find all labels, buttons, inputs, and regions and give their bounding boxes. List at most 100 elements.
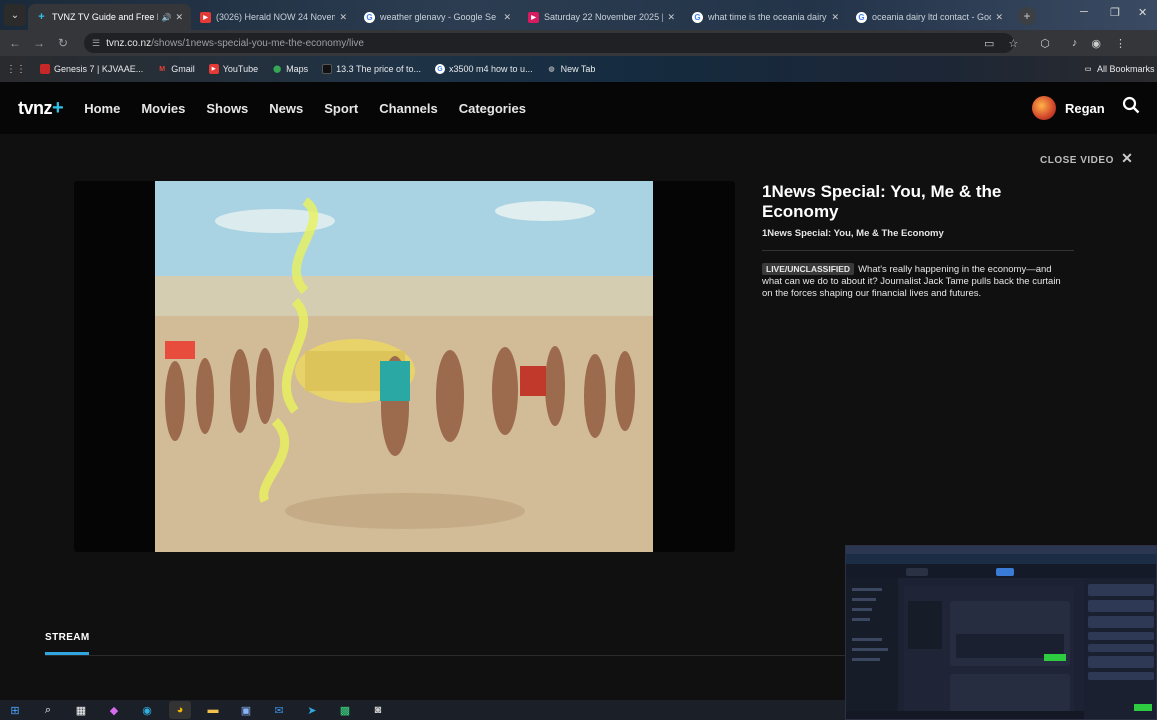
browser-tab[interactable]: G weather glenavy - Google Se ✕ [356, 4, 519, 30]
tab-title: weather glenavy - Google Se [380, 12, 497, 22]
forward-icon[interactable]: → [30, 36, 48, 50]
edge-icon[interactable]: ◉ [136, 701, 158, 719]
tab-title: Saturday 22 November 2025 | [544, 12, 664, 22]
divider [762, 250, 1074, 251]
new-tab-button[interactable]: + [1018, 7, 1036, 25]
maximize-icon[interactable]: ❐ [1110, 6, 1120, 19]
camera-icon[interactable]: ◙ [367, 701, 389, 719]
video-frame[interactable] [155, 181, 653, 552]
browser-tab[interactable]: ▶ (3026) Herald NOW 24 Novem ✕ [192, 4, 355, 30]
google-icon: G [692, 11, 703, 23]
show-description: LIVE/UNCLASSIFIED What's really happening… [762, 263, 1061, 299]
bookmark-dark-icon [322, 64, 333, 74]
nav-home[interactable]: Home [84, 101, 120, 116]
folder-icon: ▭ [1084, 66, 1092, 73]
youtube-icon: ▶ [208, 64, 219, 74]
back-icon[interactable]: ← [6, 36, 24, 50]
store-icon[interactable]: ▣ [235, 701, 257, 719]
tvnz-logo[interactable]: tvnz+ [18, 97, 64, 120]
youtube-icon: ▶ [200, 11, 211, 23]
bookmark-item[interactable]: Genesis 7 | KJVAAE... [40, 64, 143, 74]
telegram-icon[interactable]: ➤ [301, 701, 323, 719]
gmail-icon: M [159, 65, 166, 73]
nav-sport[interactable]: Sport [324, 101, 358, 116]
close-tab-icon[interactable]: ✕ [667, 12, 675, 23]
nav-categories[interactable]: Categories [459, 101, 526, 116]
classification-badge: LIVE/UNCLASSIFIED [762, 263, 855, 275]
google-icon: G [435, 64, 446, 74]
play-icon: ▶ [528, 11, 539, 23]
taskbar: ⊞ ⌕ ▦ ◆ ◉ ◕ ▬ ▣ ✉ ➤ ▩ ◙ [0, 700, 845, 720]
close-tab-icon[interactable]: ✕ [339, 12, 347, 23]
show-title: 1News Special: You, Me & the Economy [762, 182, 1002, 221]
divider [45, 655, 845, 656]
browser-toolbar: ← → ↻ ☰ tvnz.co.nz /shows/1news-special-… [0, 30, 1157, 56]
media-icon[interactable]: ♪ [1072, 37, 1078, 49]
avatar [1032, 96, 1056, 120]
close-tab-icon[interactable]: ✕ [995, 12, 1003, 23]
close-video-button[interactable]: CLOSE VIDEO ✕ [1040, 150, 1133, 167]
tvnz-icon: + [38, 11, 45, 23]
close-tab-icon[interactable]: ✕ [175, 12, 183, 23]
app-icon[interactable]: ▩ [334, 701, 356, 719]
bookmark-item[interactable]: M Gmail [157, 64, 194, 74]
bookmarks-bar: ⋮⋮ Genesis 7 | KJVAAE... M Gmail ▶ YouTu… [0, 56, 1157, 82]
close-window-icon[interactable]: ✕ [1138, 6, 1147, 19]
reload-icon[interactable]: ↻ [54, 36, 72, 50]
extensions-icon[interactable]: ⬡ [1040, 37, 1050, 50]
bookmark-item[interactable]: 13.3 The price of to... [322, 64, 421, 74]
profile-icon[interactable]: ◉ [1091, 37, 1101, 50]
user-menu[interactable]: Regan [1032, 96, 1105, 120]
url-path: /shows/1news-special-you-me-the-economy/… [151, 37, 364, 49]
cast-icon[interactable]: ▭ [984, 37, 994, 50]
outlook-icon[interactable]: ✉ [268, 701, 290, 719]
tab-title: what time is the oceania dairy [708, 12, 827, 22]
browser-tab[interactable]: G what time is the oceania dairy ✕ [684, 4, 847, 30]
copilot-icon[interactable]: ◆ [103, 701, 125, 719]
task-view-icon[interactable]: ▦ [70, 701, 92, 719]
file-explorer-icon[interactable]: ▬ [202, 701, 224, 719]
search-icon[interactable]: ⌕ [37, 701, 59, 719]
user-name: Regan [1065, 100, 1105, 116]
nav-channels[interactable]: Channels [379, 101, 438, 116]
close-tab-icon[interactable]: ✕ [503, 12, 511, 23]
tab-title: oceania dairy ltd contact - Goo [872, 12, 992, 22]
bookmark-item[interactable]: ⬤ Maps [272, 64, 308, 74]
url-site: tvnz.co.nz [106, 37, 152, 49]
tab-title: (3026) Herald NOW 24 Novem [216, 12, 336, 22]
globe-icon: ◍ [548, 66, 555, 73]
nav-movies[interactable]: Movies [141, 101, 185, 116]
nav-shows[interactable]: Shows [206, 101, 248, 116]
bookmark-item[interactable]: ▶ YouTube [208, 64, 258, 74]
close-tab-icon[interactable]: ✕ [831, 12, 839, 23]
apps-icon[interactable]: ⋮⋮ [6, 64, 26, 75]
google-icon: G [856, 11, 867, 23]
bookmark-item[interactable]: ◍ New Tab [547, 64, 596, 74]
menu-icon[interactable]: ⋮ [1115, 37, 1126, 50]
site-header: tvnz+ Home Movies Shows News Sport Chann… [0, 82, 1157, 134]
google-icon: G [364, 11, 375, 23]
tab-search-menu-icon[interactable]: ⌄ [4, 4, 26, 26]
tab-stream[interactable]: STREAM [45, 632, 90, 643]
browser-tab[interactable]: G oceania dairy ltd contact - Goo ✕ [848, 4, 1011, 30]
nav-news[interactable]: News [269, 101, 303, 116]
browser-tab[interactable]: ▶ Saturday 22 November 2025 | ✕ [520, 4, 683, 30]
site-info-icon[interactable]: ☰ [92, 38, 100, 49]
search-icon[interactable] [1122, 96, 1140, 119]
bookmark-item[interactable]: G x3500 m4 how to u... [435, 64, 533, 74]
browser-tab[interactable]: + TVNZ TV Guide and Free Li 🔊 ✕ [28, 4, 191, 30]
all-bookmarks[interactable]: ▭ All Bookmarks [1083, 64, 1155, 74]
windows-start-icon[interactable]: ⊞ [4, 701, 26, 719]
chrome-icon[interactable]: ◕ [169, 701, 191, 719]
bookmark-red-icon [40, 64, 50, 74]
close-icon: ✕ [1121, 150, 1134, 166]
address-bar[interactable]: ☰ tvnz.co.nz /shows/1news-special-you-me… [84, 33, 1014, 53]
episode-title: 1News Special: You, Me & The Economy [762, 228, 944, 239]
tab-title: TVNZ TV Guide and Free Li [52, 12, 159, 22]
minimize-icon[interactable]: ─ [1080, 6, 1088, 18]
speaker-icon[interactable]: 🔊 [161, 13, 171, 22]
bookmark-star-icon[interactable]: ☆ [1008, 37, 1018, 50]
maps-icon: ⬤ [273, 66, 282, 73]
picture-in-picture-window[interactable] [845, 545, 1157, 720]
browser-tab-strip: ⌄ + TVNZ TV Guide and Free Li 🔊 ✕ ▶ (302… [0, 0, 1157, 30]
